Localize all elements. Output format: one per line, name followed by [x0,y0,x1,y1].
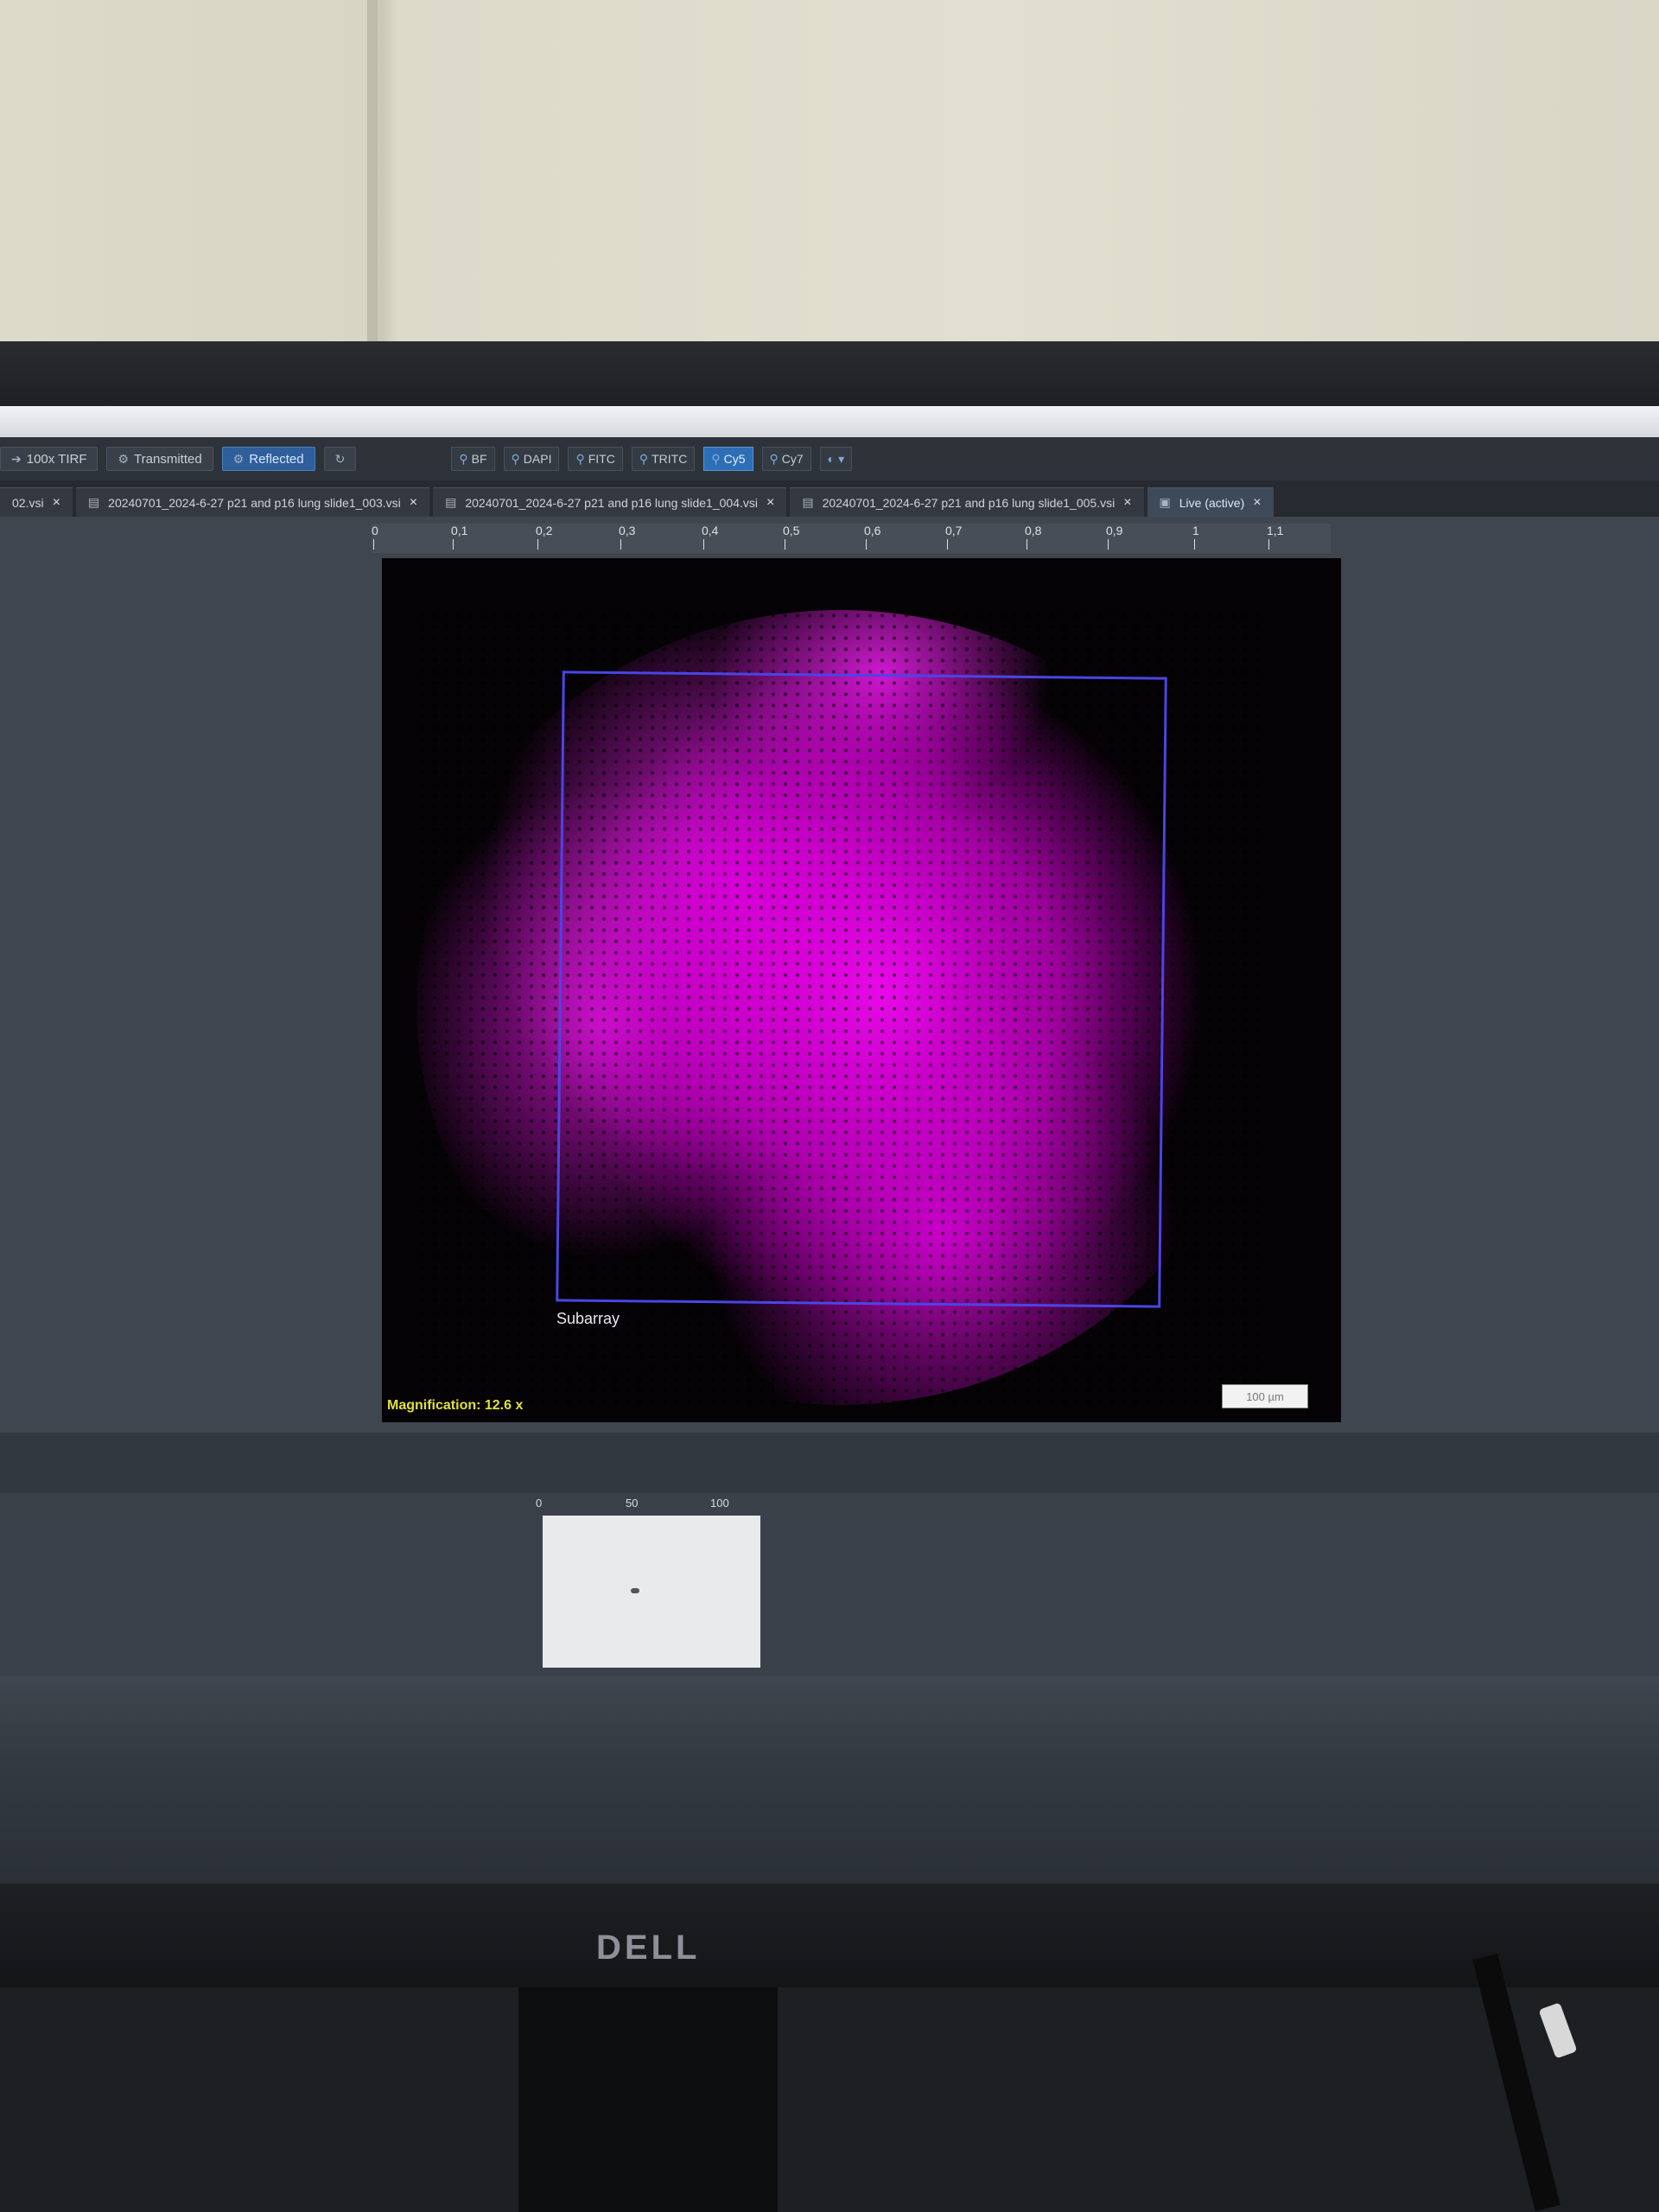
ruler-tick: 0 [372,524,378,550]
navigator-tick: 50 [626,1497,639,1510]
position-marker [631,1588,639,1593]
lower-panel [0,1676,1659,1884]
button-label: Transmitted [134,451,202,467]
channel-bf[interactable]: ⚲ BF [451,447,495,471]
close-icon[interactable]: × [1253,495,1261,511]
image-viewport[interactable]: 0 0,1 0,2 0,3 0,4 0,5 0,6 0,7 0,8 0,9 1 … [0,517,1659,1433]
gear-icon: ⚙ [232,451,245,466]
navigator-ruler: 0 50 100 [536,1497,760,1514]
tab-live-active[interactable]: ▣ Live (active) × [1147,487,1274,517]
histogram-panel [0,1433,1659,1493]
camera-icon: ◐ [827,452,836,466]
refresh-icon: ↻ [334,451,346,466]
ruler-tick: 0,8 [1025,524,1042,550]
live-camera-icon: ▣ [1159,495,1171,509]
monitor-stand [518,1987,778,2212]
document-icon: ▤ [802,495,814,509]
channel-tritc[interactable]: ⚲ TRITC [631,447,696,471]
tab-slide1-005[interactable]: ▤ 20240701_2024-6-27 p21 and p16 lung sl… [790,487,1144,517]
arrow-icon: ➔ [11,451,22,466]
channel-label: FITC [588,452,615,466]
channel-label: Cy7 [781,452,804,466]
navigator-tick: 0 [536,1497,543,1510]
filter-icon: ⚲ [639,451,649,466]
toolbar: ➔ 100x TIRF ⚙ Transmitted ⚙ Reflected ↻ … [0,437,1659,480]
title-bar [0,406,1659,437]
close-icon[interactable]: × [53,495,60,511]
button-label: Reflected [249,451,304,467]
ruler-tick: 0,5 [783,524,800,550]
tab-label: 20240701_2024-6-27 p21 and p16 lung slid… [108,495,401,510]
channel-label: Cy5 [723,452,746,466]
camera-settings-button[interactable]: ◐ ▾ [819,447,853,471]
filter-icon: ⚲ [511,451,520,466]
close-icon[interactable]: × [766,495,774,511]
tab-label: 20240701_2024-6-27 p21 and p16 lung slid… [822,495,1116,510]
ruler-tick: 0,6 [864,524,881,550]
filter-icon: ⚲ [711,451,721,466]
ruler-tick: 0,9 [1106,524,1123,550]
tab-slide1-004[interactable]: ▤ 20240701_2024-6-27 p21 and p16 lung sl… [433,487,787,517]
ruler-tick: 1,1 [1267,524,1284,550]
ruler-tick: 0,1 [451,524,468,550]
tab-02[interactable]: 02.vsi × [0,487,73,517]
document-tabs: 02.vsi × ▤ 20240701_2024-6-27 p21 and p1… [0,480,1659,517]
filter-icon: ⚲ [769,451,779,466]
document-icon: ▤ [87,495,100,509]
navigator-tick: 100 [710,1497,729,1510]
fluorescence-image[interactable]: Subarray 100 µm Magnification: 12.6 x [382,558,1341,1422]
navigator-strip [0,1512,1659,1676]
tab-label: 02.vsi [12,495,44,510]
subarray-label: Subarray [556,1310,620,1327]
close-icon[interactable]: × [1123,495,1131,511]
tab-label: Live (active) [1179,495,1245,510]
ruler-tick: 0,4 [702,524,719,550]
button-label: 100x TIRF [26,451,87,467]
horizontal-ruler: 0 0,1 0,2 0,3 0,4 0,5 0,6 0,7 0,8 0,9 1 … [372,524,1331,553]
ruler-tick: 0,7 [945,524,963,550]
monitor-bottom-bezel [0,1884,1659,1987]
tab-label: 20240701_2024-6-27 p21 and p16 lung slid… [465,495,758,510]
channel-label: DAPI [523,452,552,466]
channel-cy5[interactable]: ⚲ Cy5 [703,447,753,471]
channel-fitc[interactable]: ⚲ FITC [568,447,623,471]
scale-bar: 100 µm [1222,1384,1308,1408]
tab-slide1-003[interactable]: ▤ 20240701_2024-6-27 p21 and p16 lung sl… [75,487,430,517]
channel-dapi[interactable]: ⚲ DAPI [503,447,560,471]
button-transmitted[interactable]: ⚙ Transmitted [106,447,213,471]
channel-label: BF [471,452,487,466]
screen: ➔ 100x TIRF ⚙ Transmitted ⚙ Reflected ↻ … [0,406,1659,1884]
filter-icon: ⚲ [575,451,585,466]
channel-cy7[interactable]: ⚲ Cy7 [761,447,811,471]
dropdown-icon: ▾ [838,451,845,466]
refresh-button[interactable]: ↻ [323,447,357,471]
magnification-readout: Magnification: 12.6 x [387,1398,524,1413]
button-100x-tirf[interactable]: ➔ 100x TIRF [0,447,99,471]
subarray-roi[interactable] [556,671,1167,1308]
ruler-tick: 0,3 [619,524,636,550]
button-reflected[interactable]: ⚙ Reflected [221,447,315,471]
ruler-tick: 0,2 [536,524,553,550]
gear-icon: ⚙ [118,451,130,466]
dell-logo: DELL [596,1929,701,1967]
ruler-tick: 1 [1192,524,1199,550]
filter-icon: ⚲ [459,451,468,466]
channel-label: TRITC [652,452,688,466]
document-icon: ▤ [445,495,457,509]
close-icon[interactable]: × [410,495,417,511]
overview-thumbnail[interactable] [543,1516,760,1668]
